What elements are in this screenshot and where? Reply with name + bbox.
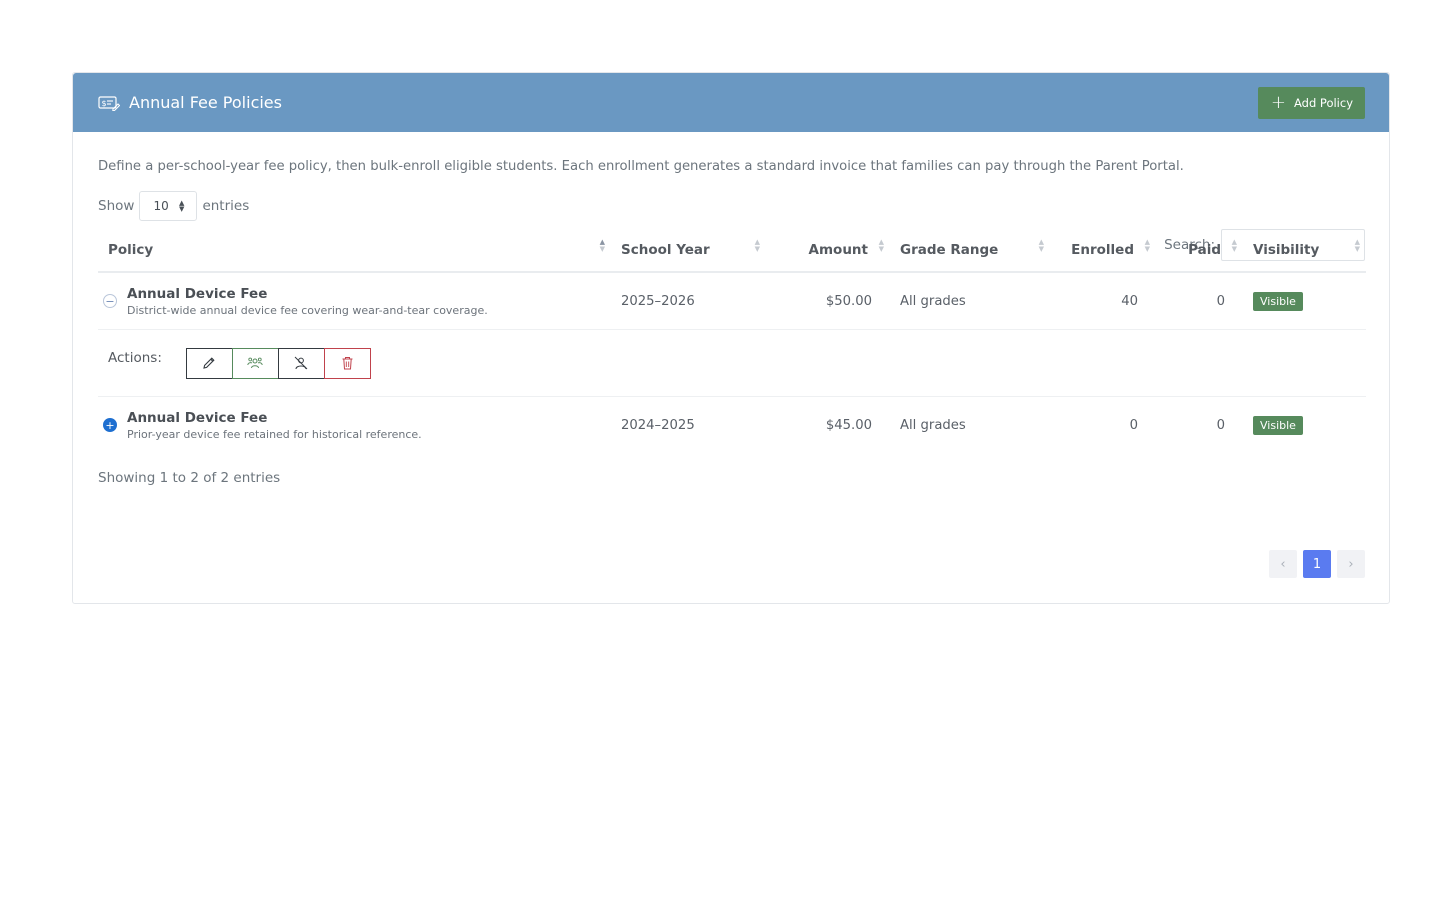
fee-policies-card: $ Annual Fee Policies + Add Policy Defin… — [72, 72, 1390, 604]
column-header-visibility[interactable]: Visibility ▲ ▼ — [1243, 228, 1366, 273]
enrolled-cell: 0 — [1129, 417, 1138, 433]
entries-label: entries — [202, 198, 250, 214]
column-header-amount[interactable]: Amount ▲ ▼ — [766, 228, 890, 273]
fee-ticket-icon: $ — [98, 95, 120, 111]
show-label: Show — [98, 198, 135, 214]
visibility-badge: Visible — [1253, 415, 1303, 435]
card-title: $ Annual Fee Policies — [98, 93, 282, 112]
previous-page-button[interactable]: ‹ — [1269, 550, 1297, 578]
policy-subtitle: District-wide annual device fee covering… — [127, 303, 488, 317]
plus-icon: + — [1270, 91, 1286, 113]
description: Define a per-school-year fee policy, the… — [98, 159, 1184, 174]
sort-icon: ▲ ▼ — [1038, 238, 1044, 253]
chevron-right-icon: › — [1348, 556, 1354, 572]
collapse-row-icon[interactable]: − — [103, 294, 117, 308]
delete-policy-button[interactable] — [323, 347, 371, 379]
policies-table: Policy ▲ ▼ School Year ▲ ▼ Amount ▲ ▼ Grade… — [98, 228, 1366, 453]
column-header-school-year[interactable]: School Year ▲ ▼ — [611, 228, 766, 273]
table-row[interactable]: + Annual Device Fee Prior-year device fe… — [98, 397, 1366, 454]
sort-icon: ▲ ▼ — [878, 238, 884, 253]
column-header-paid[interactable]: Paid ▲ ▼ — [1156, 228, 1243, 273]
sort-icon: ▲ ▼ — [1354, 238, 1360, 253]
policy-name: Annual Device Fee — [127, 409, 268, 426]
chevron-left-icon: ‹ — [1280, 556, 1286, 572]
entries-select[interactable]: 10 ▲ ▼ — [139, 191, 198, 221]
table-header-row: Policy ▲ ▼ School Year ▲ ▼ Amount ▲ ▼ Grade… — [98, 228, 1366, 273]
row-details: Actions: — [98, 329, 1366, 397]
actions-button-group — [185, 347, 371, 379]
next-page-button[interactable]: › — [1337, 550, 1365, 578]
entries-length-control: Show 10 ▲ ▼ entries — [98, 191, 249, 221]
sort-asc-icon: ▲ ▼ — [599, 238, 605, 253]
sort-icon: ▲ ▼ — [1144, 238, 1150, 253]
policy-name: Annual Device Fee — [127, 285, 268, 302]
edit-policy-button[interactable] — [185, 347, 233, 379]
page-button[interactable]: 1 — [1303, 550, 1331, 578]
pencil-icon — [203, 357, 215, 369]
pagination: ‹ 1 › — [1263, 550, 1365, 578]
policy-subtitle: Prior-year device fee retained for histo… — [127, 427, 422, 441]
column-header-policy[interactable]: Policy ▲ ▼ — [98, 228, 611, 273]
school-year-cell: 2025–2026 — [611, 272, 766, 330]
column-header-grade-range[interactable]: Grade Range ▲ ▼ — [890, 228, 1050, 273]
enroll-students-button[interactable] — [231, 347, 279, 379]
users-icon — [247, 357, 264, 369]
paid-cell: 0 — [1156, 272, 1243, 330]
svg-text:$: $ — [102, 99, 107, 108]
user-slash-icon — [295, 356, 308, 370]
grade-range-cell: All grades — [900, 417, 966, 433]
amount-cell: $50.00 — [766, 272, 890, 330]
page-title: Annual Fee Policies — [129, 93, 282, 112]
table-row[interactable]: − Annual Device Fee District-wide annual… — [98, 272, 1366, 330]
unenroll-students-button[interactable] — [277, 347, 325, 379]
select-caret-icon: ▲ ▼ — [179, 199, 185, 213]
expand-row-icon[interactable]: + — [103, 418, 117, 432]
paid-cell: 0 — [1216, 417, 1225, 433]
enrolled-cell: 40 — [1050, 272, 1156, 330]
table-info: Showing 1 to 2 of 2 entries — [98, 470, 281, 486]
add-policy-label: Add Policy — [1294, 95, 1353, 110]
amount-cell: $45.00 — [825, 417, 872, 433]
column-header-enrolled[interactable]: Enrolled ▲ ▼ — [1050, 228, 1156, 273]
add-policy-button[interactable]: + Add Policy — [1257, 86, 1365, 119]
actions-label: Actions: — [108, 350, 162, 366]
sort-icon: ▲ ▼ — [1231, 238, 1237, 253]
sort-icon: ▲ ▼ — [754, 238, 760, 253]
trash-icon — [342, 357, 353, 370]
grade-range-cell: All grades — [890, 272, 1050, 330]
visibility-badge: Visible — [1253, 291, 1303, 311]
card-header: $ Annual Fee Policies + Add Policy — [73, 73, 1389, 132]
school-year-cell: 2024–2025 — [621, 417, 695, 433]
entries-select-value: 10 — [153, 199, 169, 213]
